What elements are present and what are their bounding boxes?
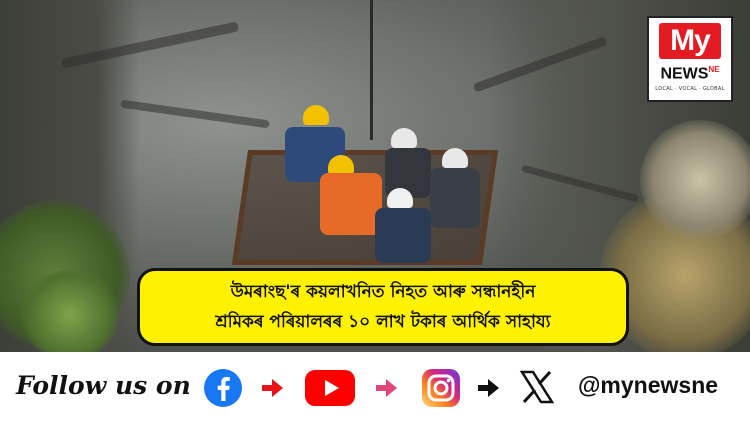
foliage [640, 120, 750, 240]
rescue-photo: উমৰাংছ'ৰ কয়লাখনিত নিহত আৰু সন্ধানহীন শ্… [0, 0, 750, 352]
winch-rope [370, 0, 373, 140]
logo-ne-superscript: NE [708, 65, 720, 74]
instagram-icon[interactable] [421, 368, 461, 408]
social-handle[interactable]: @mynewsne [578, 372, 718, 399]
rock-crack [120, 99, 270, 129]
facebook-icon[interactable] [203, 368, 243, 408]
arrow-right-icon [478, 379, 499, 397]
logo-tagline: LOCAL · VOCAL · GLOBAL [655, 86, 725, 93]
headline-caption: উমৰাংছ'ৰ কয়লাখনিত নিহত আৰু সন্ধানহীন শ্… [137, 268, 629, 346]
follow-bar: Follow us on @mynewsne [0, 352, 750, 430]
x-icon[interactable] [519, 369, 555, 405]
logo-news-text: NEWSNE [660, 61, 719, 83]
logo-news-word: NEWS [660, 65, 709, 83]
follow-label: Follow us on [16, 371, 191, 400]
headline-line-2: শ্ৰমিকৰ পৰিয়ালৰৰ ১০ লাখ টকাৰ আৰ্থিক সাহ… [215, 312, 551, 332]
headline-line-1: উমৰাংছ'ৰ কয়লাখনিত নিহত আৰু সন্ধানহীন [230, 282, 536, 302]
foliage [20, 270, 120, 352]
mynewsne-logo[interactable]: My NEWSNE LOCAL · VOCAL · GLOBAL [647, 16, 733, 102]
arrow-right-icon [376, 379, 397, 397]
arrow-right-icon [262, 379, 283, 397]
news-graphic: উমৰাংছ'ৰ কয়লাখনিত নিহত আৰু সন্ধানহীন শ্… [0, 0, 750, 430]
logo-my-text: My [659, 23, 721, 59]
youtube-icon[interactable] [305, 370, 355, 406]
